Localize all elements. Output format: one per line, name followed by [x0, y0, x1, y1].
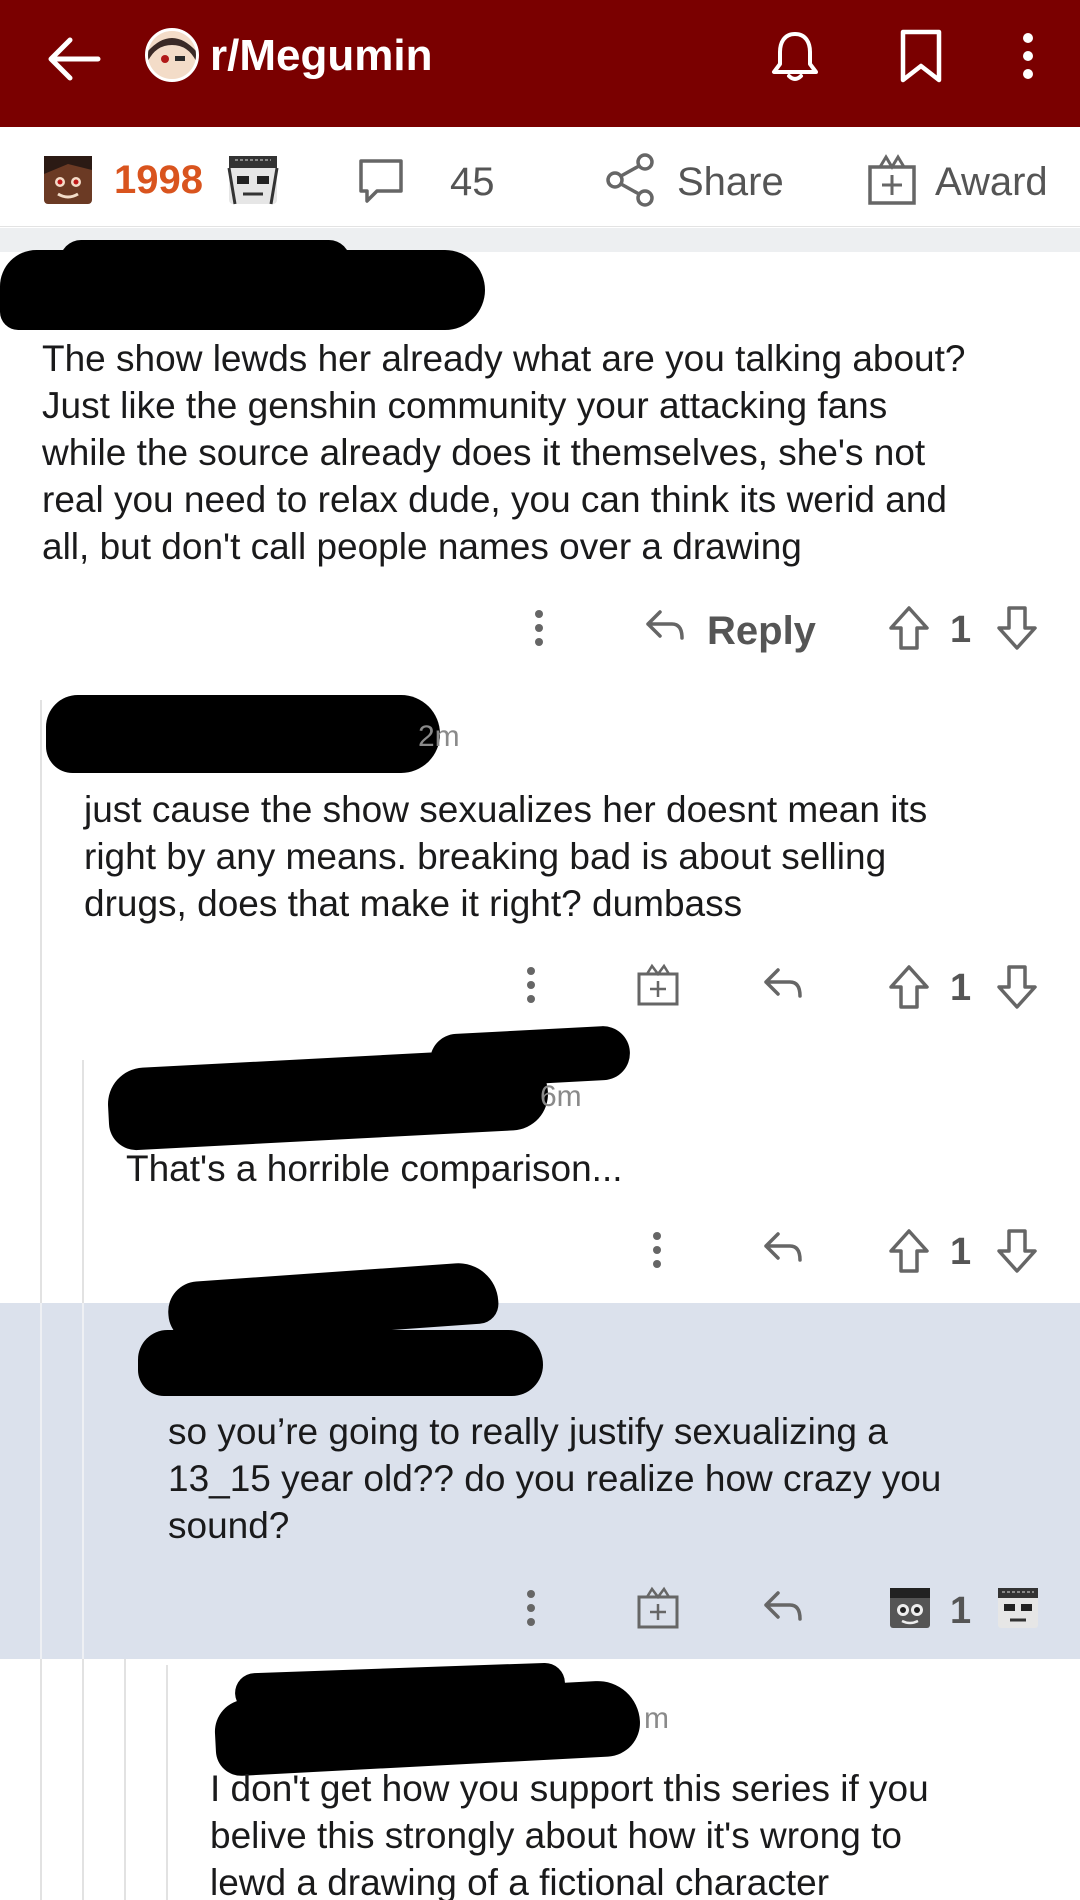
more-vertical-icon[interactable]: [1010, 26, 1046, 86]
downvote-mascot-icon[interactable]: [225, 152, 281, 208]
vote-count: 1: [950, 1231, 972, 1273]
comment-count[interactable]: 45: [450, 159, 495, 205]
comment-timestamp: 6m: [540, 1080, 582, 1113]
comment-more-icon[interactable]: [642, 1230, 672, 1270]
thread-line: [40, 1303, 42, 1659]
reply-arrow-icon[interactable]: [760, 1226, 806, 1270]
share-icon[interactable]: [605, 152, 655, 208]
vote-count: 1: [950, 609, 972, 651]
comment-timestamp: m: [644, 1702, 669, 1735]
vote-count: 1: [950, 1590, 972, 1632]
award-button-label[interactable]: Award: [935, 159, 1048, 205]
downvote-mascot-icon[interactable]: [994, 1584, 1042, 1632]
upvote-arrow-icon[interactable]: [887, 1227, 931, 1275]
upvote-arrow-icon[interactable]: [887, 963, 931, 1011]
downvote-arrow-icon[interactable]: [995, 1227, 1039, 1275]
comment-bubble-icon[interactable]: [355, 155, 407, 207]
bookmark-icon[interactable]: [895, 26, 947, 86]
redacted-username: [428, 1024, 632, 1090]
downvote-arrow-icon[interactable]: [995, 604, 1039, 652]
comment-timestamp: 2m: [418, 720, 460, 753]
reply-arrow-icon[interactable]: [760, 1585, 806, 1629]
upvote-arrow-icon[interactable]: [887, 604, 931, 652]
reply-arrow-icon[interactable]: [760, 962, 806, 1006]
comment-body: so you’re going to really justify sexual…: [168, 1411, 942, 1546]
award-gift-icon[interactable]: [635, 962, 681, 1008]
thread-line: [40, 700, 42, 1900]
reply-button-label[interactable]: Reply: [707, 608, 816, 654]
back-arrow-icon[interactable]: [40, 24, 110, 94]
subreddit-avatar[interactable]: [145, 28, 199, 82]
redacted-username: [60, 240, 350, 282]
thread-line: [166, 1665, 168, 1900]
award-gift-icon[interactable]: [866, 153, 918, 207]
comment-more-icon[interactable]: [516, 965, 546, 1005]
comment-body: The show lewds her already what are you …: [42, 338, 966, 567]
top-app-bar: r/Megumin: [0, 0, 1080, 127]
comment-body: I don't get how you support this series …: [210, 1768, 929, 1900]
upvote-mascot-icon[interactable]: [40, 152, 96, 208]
vote-count: 1: [950, 967, 972, 1009]
subreddit-name[interactable]: r/Megumin: [210, 28, 432, 84]
downvote-arrow-icon[interactable]: [995, 963, 1039, 1011]
award-gift-icon[interactable]: [635, 1585, 681, 1631]
thread-line: [82, 1303, 84, 1659]
comment-more-icon[interactable]: [524, 608, 554, 648]
post-action-bar: 1998 45 Share Award: [0, 127, 1080, 227]
comment-body: That's a horrible comparison...: [126, 1148, 623, 1189]
redacted-username: [46, 695, 440, 773]
post-score: 1998: [114, 158, 203, 202]
share-button-label[interactable]: Share: [677, 159, 784, 205]
comment-body: just cause the show sexualizes her doesn…: [84, 789, 928, 924]
bell-icon[interactable]: [765, 26, 825, 86]
upvote-mascot-icon[interactable]: [886, 1584, 934, 1632]
reply-arrow-icon[interactable]: [642, 604, 688, 648]
comment-more-icon[interactable]: [516, 1588, 546, 1628]
